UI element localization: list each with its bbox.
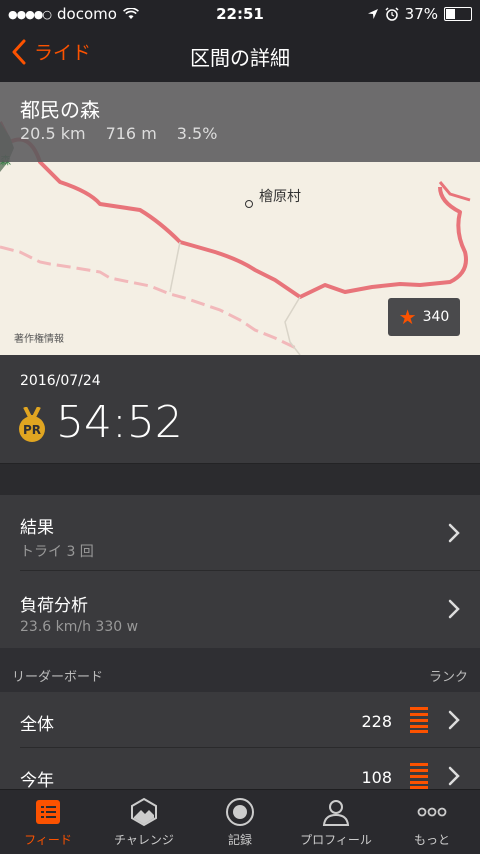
rank-bars-icon (410, 707, 428, 733)
tab-feed[interactable]: フィード (0, 790, 96, 854)
segment-map[interactable]: 森 都民の森 20.5 km 716 m 3.5% 檜原村 著作権情報 ★ 34… (0, 82, 480, 355)
tab-label: もっと (413, 833, 450, 847)
tab-label: フィード (24, 833, 72, 847)
segment-elevation: 716 m (105, 124, 157, 143)
chevron-right-icon (448, 766, 460, 786)
tab-profile[interactable]: プロフィール (288, 790, 384, 854)
chevron-right-icon (448, 599, 460, 619)
pr-label: PR (23, 423, 41, 437)
effort-summary: 2016/07/24 PR 54:52 (0, 355, 480, 463)
effort-date: 2016/07/24 (20, 373, 101, 389)
status-right: 37% (367, 5, 472, 23)
rank-column-label: ランク (428, 670, 468, 685)
star-count: 340 (422, 309, 450, 325)
battery-percent: 37% (404, 5, 438, 23)
star-segment-button[interactable]: ★ 340 (388, 298, 460, 336)
pr-medal-icon: PR (19, 407, 45, 442)
analysis-title: 負荷分析 (20, 596, 88, 616)
tab-label: プロフィール (300, 833, 372, 847)
map-place-label: 檜原村 (245, 184, 301, 208)
segment-stats: 20.5 km 716 m 3.5% (20, 124, 217, 143)
map-copyright-link[interactable]: 著作権情報 (14, 330, 64, 345)
status-bar: ●●●●○ docomo 22:51 37% (0, 0, 480, 28)
more-dots-icon (417, 807, 447, 817)
leaderboard-rank: 108 (361, 768, 392, 787)
segment-grade: 3.5% (176, 124, 218, 143)
tab-record[interactable]: 記録 (192, 790, 288, 854)
results-subtitle: トライ 3 回 (20, 544, 94, 560)
effort-time: 54:52 (56, 397, 183, 448)
leaderboard-header: リーダーボード ランク (0, 648, 480, 692)
leaderboard-rank: 228 (361, 712, 392, 731)
chevron-right-icon (448, 710, 460, 730)
leaderboard-title: リーダーボード (12, 670, 104, 685)
results-row[interactable]: 結果 トライ 3 回 (0, 495, 480, 571)
tab-challenges[interactable]: チャレンジ (96, 790, 192, 854)
tab-more[interactable]: もっと (384, 790, 480, 854)
tab-label: 記録 (227, 833, 252, 847)
leaderboard-label: 今年 (20, 771, 54, 790)
tab-label: チャレンジ (114, 833, 174, 847)
chevron-right-icon (448, 523, 460, 543)
tab-bar: フィード チャレンジ 記録 プロフィール もっと (0, 789, 480, 854)
feed-icon (36, 800, 60, 824)
leaderboard-label: 全体 (20, 715, 54, 735)
rank-bars-icon (410, 763, 428, 789)
record-icon (226, 798, 254, 826)
location-arrow-icon (367, 9, 378, 19)
place-name: 檜原村 (259, 189, 301, 205)
navigation-bar: ライド 区間の詳細 (0, 28, 480, 82)
page-title: 区間の詳細 (190, 46, 290, 70)
alarm-icon (385, 7, 399, 21)
segment-name: 都民の森 (20, 98, 100, 122)
results-title: 結果 (20, 518, 54, 538)
star-icon: ★ (398, 305, 417, 329)
battery-icon (444, 7, 472, 21)
segment-distance: 20.5 km (20, 124, 86, 143)
leaderboard-row-overall[interactable]: 全体 228 (0, 692, 480, 748)
place-marker-icon (245, 200, 253, 208)
battery-fill (446, 9, 455, 19)
section-spacer (0, 463, 480, 496)
segment-summary: 都民の森 20.5 km 716 m 3.5% (0, 82, 480, 162)
challenge-shield-icon (131, 797, 157, 827)
analysis-row[interactable]: 負荷分析 23.6 km/h 330 w (0, 571, 480, 648)
profile-icon (322, 800, 350, 826)
leaderboard-row-this-year[interactable]: 今年 108 (0, 748, 480, 790)
analysis-subtitle: 23.6 km/h 330 w (20, 619, 139, 635)
